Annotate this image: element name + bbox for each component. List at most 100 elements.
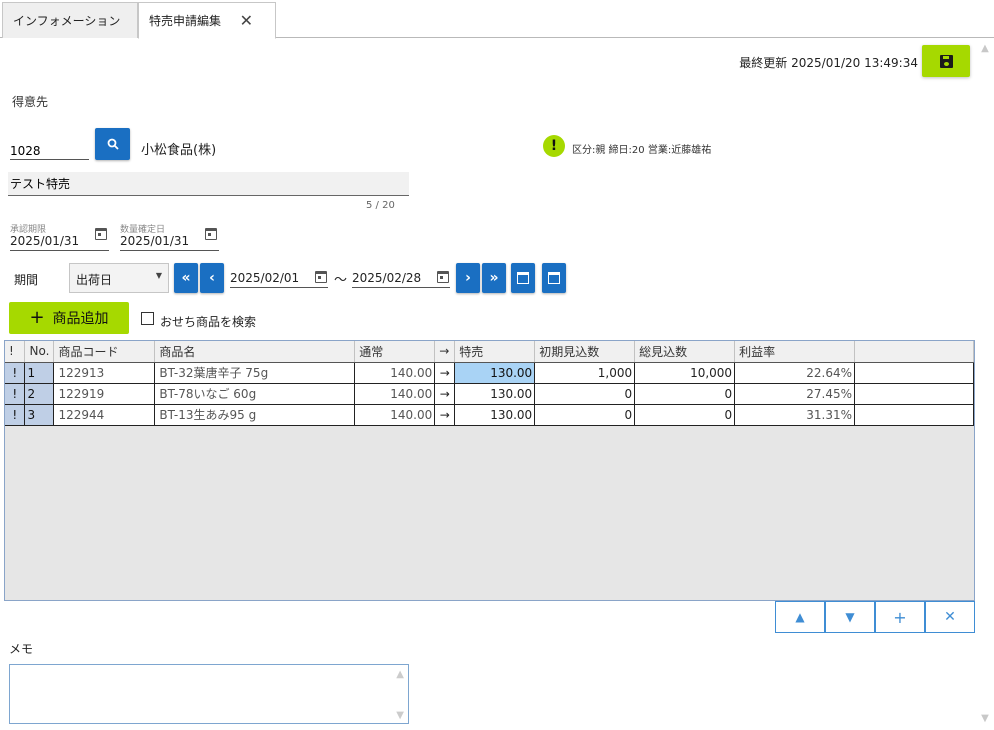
tab-special-sale-edit[interactable]: 特売申請編集 ✕ <box>138 2 276 39</box>
period-from-field[interactable]: 2025/02/01 <box>230 266 328 288</box>
move-row-down-button[interactable]: ▼ <box>825 601 875 633</box>
calendar-icon[interactable] <box>437 271 449 283</box>
row-normal-price[interactable]: 140.00 <box>354 383 436 405</box>
customer-label: 得意先 <box>12 95 49 109</box>
col-header-arrow[interactable]: → <box>434 341 456 363</box>
row-code[interactable]: 122944 <box>53 404 156 426</box>
row-flag[interactable]: ! <box>5 404 26 426</box>
tab-information-label: インフォメーション <box>13 14 121 28</box>
calendar-button[interactable] <box>542 263 566 293</box>
row-initial-estimate[interactable]: 1,000 <box>534 362 636 384</box>
last-period-button[interactable]: » <box>482 263 506 293</box>
save-button[interactable] <box>922 45 970 77</box>
col-header-code[interactable]: 商品コード <box>53 341 156 363</box>
next-period-button[interactable]: › <box>456 263 480 293</box>
approval-deadline-value: 2025/01/31 <box>10 234 80 248</box>
delete-row-button[interactable]: ✕ <box>925 601 975 633</box>
chevron-down-icon: ▼ <box>155 271 162 280</box>
row-special-price[interactable]: 130.00 <box>454 362 536 384</box>
add-product-label: 商品追加 <box>52 311 109 327</box>
scroll-up-icon[interactable]: ▲ <box>396 669 404 680</box>
period-to-field[interactable]: 2025/02/28 <box>352 266 450 288</box>
table-row[interactable]: ! 1 122913 BT-32葉唐辛子 75g 140.00 → 130.00… <box>5 362 974 384</box>
scroll-down-icon[interactable]: ▼ <box>396 710 404 721</box>
row-name[interactable]: BT-32葉唐辛子 75g <box>154 362 356 384</box>
plus-icon: + <box>893 607 907 627</box>
add-row-button[interactable]: + <box>875 601 925 633</box>
row-no[interactable]: 2 <box>24 383 55 405</box>
row-normal-price[interactable]: 140.00 <box>354 362 436 384</box>
row-name[interactable]: BT-78いなご 60g <box>154 383 356 405</box>
triangle-down-icon: ▼ <box>845 610 855 624</box>
period-from-value: 2025/02/01 <box>230 271 300 285</box>
row-no[interactable]: 3 <box>24 404 55 426</box>
last-updated-value: 2025/01/20 13:49:34 <box>791 56 918 70</box>
period-type-select[interactable]: 出荷日 ▼ <box>69 263 169 293</box>
col-header-total-estimate[interactable]: 総見込数 <box>634 341 736 363</box>
col-header-normal[interactable]: 通常 <box>354 341 436 363</box>
row-normal-price[interactable]: 140.00 <box>354 404 436 426</box>
calendar-icon[interactable] <box>205 228 217 240</box>
row-total-estimate[interactable]: 10,000 <box>634 362 736 384</box>
calendar-month-icon <box>517 272 529 284</box>
row-initial-estimate[interactable]: 0 <box>534 404 636 426</box>
row-margin[interactable]: 22.64% <box>734 362 856 384</box>
calendar-icon[interactable] <box>95 228 107 240</box>
row-special-price[interactable]: 130.00 <box>454 383 536 405</box>
row-initial-estimate[interactable]: 0 <box>534 383 636 405</box>
row-blank <box>854 404 974 426</box>
warning-icon[interactable]: ! <box>543 135 565 157</box>
col-header-special[interactable]: 特売 <box>454 341 536 363</box>
row-total-estimate[interactable]: 0 <box>634 404 736 426</box>
customer-code-input[interactable] <box>10 138 89 160</box>
close-icon[interactable]: ✕ <box>240 11 253 30</box>
row-margin[interactable]: 31.31% <box>734 404 856 426</box>
product-grid: ! No. 商品コード 商品名 通常 → 特売 初期見込数 総見込数 利益率 !… <box>4 340 975 601</box>
row-code[interactable]: 122919 <box>53 383 156 405</box>
table-row[interactable]: ! 3 122944 BT-13生あみ95 g 140.00 → 130.00 … <box>5 404 974 426</box>
row-flag[interactable]: ! <box>5 383 26 405</box>
table-row[interactable]: ! 2 122919 BT-78いなご 60g 140.00 → 130.00 … <box>5 383 974 405</box>
save-icon <box>939 54 953 68</box>
title-char-count: 5 / 20 <box>366 200 395 211</box>
title-input[interactable] <box>8 172 409 196</box>
osechi-search-checkbox[interactable] <box>141 312 154 325</box>
add-product-button[interactable]: + 商品追加 <box>9 302 129 334</box>
period-type-value: 出荷日 <box>76 273 113 287</box>
customer-search-button[interactable] <box>95 128 130 160</box>
product-table: ! No. 商品コード 商品名 通常 → 特売 初期見込数 総見込数 利益率 !… <box>5 341 974 426</box>
first-period-button[interactable]: « <box>174 263 198 293</box>
scroll-up-icon[interactable]: ▲ <box>978 42 992 56</box>
calendar-icon[interactable] <box>315 271 327 283</box>
row-margin[interactable]: 27.45% <box>734 383 856 405</box>
row-arrow: → <box>434 383 456 405</box>
memo-textarea[interactable]: ▲ ▼ <box>9 664 409 724</box>
row-code[interactable]: 122913 <box>53 362 156 384</box>
tab-information[interactable]: インフォメーション <box>2 2 138 38</box>
search-icon <box>107 138 119 150</box>
plus-icon: + <box>29 307 45 328</box>
col-header-name[interactable]: 商品名 <box>154 341 356 363</box>
month-calendar-button[interactable] <box>511 263 535 293</box>
row-blank <box>854 362 974 384</box>
row-name[interactable]: BT-13生あみ95 g <box>154 404 356 426</box>
prev-period-button[interactable]: ‹ <box>200 263 224 293</box>
scroll-down-icon[interactable]: ▼ <box>978 712 992 726</box>
triangle-up-icon: ▲ <box>795 610 805 624</box>
last-updated: 最終更新 2025/01/20 13:49:34 <box>739 54 918 71</box>
row-arrow: → <box>434 404 456 426</box>
col-header-flag[interactable]: ! <box>5 341 26 363</box>
row-no[interactable]: 1 <box>24 362 55 384</box>
table-header-row: ! No. 商品コード 商品名 通常 → 特売 初期見込数 総見込数 利益率 <box>5 341 974 363</box>
row-blank <box>854 383 974 405</box>
row-total-estimate[interactable]: 0 <box>634 383 736 405</box>
close-icon: ✕ <box>944 609 956 625</box>
col-header-margin[interactable]: 利益率 <box>734 341 856 363</box>
last-updated-label: 最終更新 <box>739 56 788 70</box>
col-header-no[interactable]: No. <box>24 341 55 363</box>
row-special-price[interactable]: 130.00 <box>454 404 536 426</box>
period-label: 期間 <box>14 273 39 287</box>
row-flag[interactable]: ! <box>5 362 26 384</box>
move-row-up-button[interactable]: ▲ <box>775 601 825 633</box>
col-header-initial-estimate[interactable]: 初期見込数 <box>534 341 636 363</box>
